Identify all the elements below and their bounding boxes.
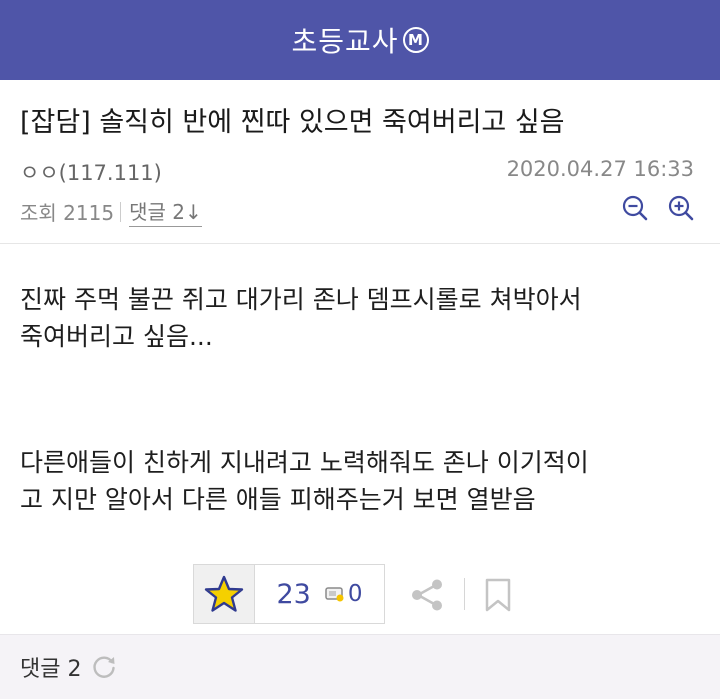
post-body-line: 고 지만 알아서 다른 애들 피해주는거 보면 열받음 (20, 485, 536, 514)
bookmark-icon (485, 578, 511, 612)
post-body-line: 다른애들이 친하게 지내려고 노력해줘도 존나 이기적이 (20, 448, 589, 477)
minor-gallery-badge: M (402, 27, 429, 53)
notification-count-wrap: 0 (325, 581, 363, 607)
post-body-line: 죽여버리고 싶음... (20, 322, 213, 351)
recommend-button[interactable] (194, 565, 255, 623)
header-divider (0, 243, 720, 244)
recommend-box: 23 0 (193, 564, 385, 624)
gallery-title[interactable]: 초등교사 (291, 20, 398, 60)
view-count: 조회 2115 (20, 201, 115, 225)
recommend-count: 23 (276, 578, 311, 610)
post-title: [잡담] 솔직히 반에 찐따 있으면 죽여버리고 싶음 (20, 107, 565, 138)
post-stats: 조회 2115 댓글 2↓ (20, 196, 202, 227)
notification-icon (325, 587, 344, 602)
stats-divider (120, 201, 122, 222)
star-icon (204, 575, 244, 612)
zoom-in-button[interactable] (666, 193, 696, 223)
comment-bar: 댓글 2 (0, 634, 720, 699)
zoom-out-button[interactable] (620, 193, 650, 223)
post-body-line: 진짜 주먹 불끈 쥐고 대가리 존나 뎀프시롤로 쳐박아서 (20, 285, 582, 314)
notification-count: 0 (347, 581, 363, 607)
app-header: 초등교사 M (0, 0, 720, 80)
share-icon (412, 579, 442, 611)
comment-jump-link[interactable]: 댓글 2↓ (129, 196, 202, 227)
action-divider (464, 578, 465, 610)
refresh-icon[interactable] (91, 654, 117, 680)
post-author[interactable]: ㅇㅇ(117.111) (20, 157, 162, 187)
bookmark-button[interactable] (484, 577, 512, 613)
zoom-out-icon (622, 195, 648, 221)
post-date: 2020.04.27 16:33 (506, 157, 694, 181)
share-button[interactable] (409, 577, 445, 613)
comment-count: 댓글 2 (20, 657, 82, 682)
recommend-counts: 23 0 (255, 565, 384, 623)
zoom-controls (620, 193, 696, 223)
zoom-in-icon (668, 195, 694, 221)
